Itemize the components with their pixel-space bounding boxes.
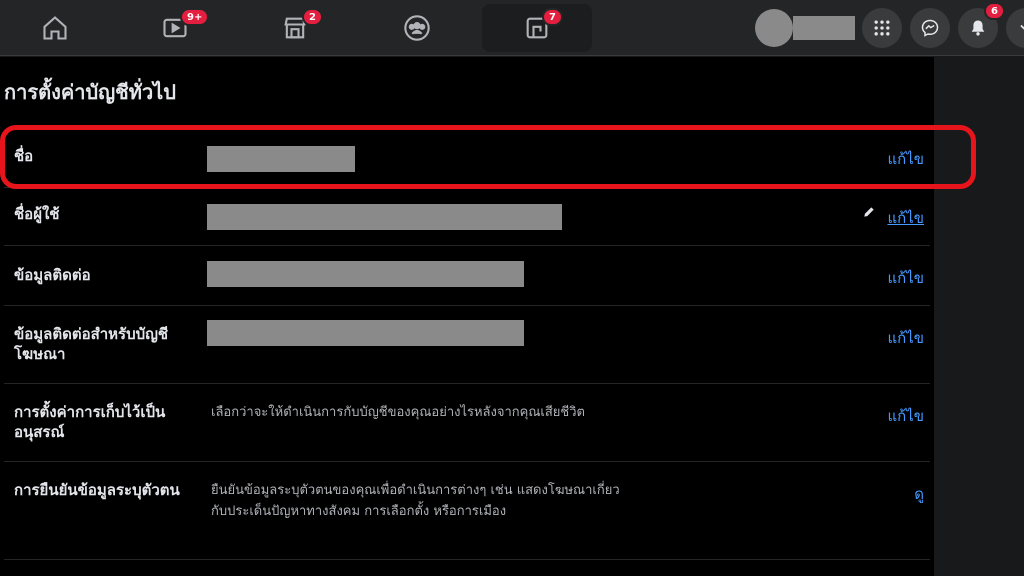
edit-contact-link[interactable]: แก้ไข: [887, 266, 924, 290]
menu-button[interactable]: [862, 8, 902, 48]
home-icon: [43, 16, 67, 40]
nav-groups[interactable]: [362, 4, 472, 52]
profile-name-redacted[interactable]: [793, 16, 855, 40]
messenger-button[interactable]: [910, 8, 950, 48]
edit-memorialization-link[interactable]: แก้ไข: [887, 404, 924, 428]
notifications-button[interactable]: 6: [958, 2, 1005, 48]
marketplace-badge: 2: [302, 8, 323, 26]
chevron-down-icon: [1020, 24, 1024, 30]
top-navigation-bar: 9+ 2 7 6: [0, 0, 1024, 56]
groups-icon: [404, 15, 430, 41]
nav-home[interactable]: [0, 4, 110, 52]
row-description: ยืนยันข้อมูลระบุตัวตนของคุณเพื่อดำเนินกา…: [211, 483, 620, 519]
settings-row-username[interactable]: ชื่อผู้ใช้ แก้ไข: [4, 188, 930, 246]
row-label: การตั้งค่าการเก็บไว้เป็นอนุสรณ์: [14, 403, 166, 441]
nav-marketplace[interactable]: 2: [240, 4, 350, 52]
settings-row-identity[interactable]: การยืนยันข้อมูลระบุตัวตน ยืนยันข้อมูลระบ…: [4, 462, 930, 560]
account-menu-button[interactable]: [1006, 8, 1024, 48]
pencil-icon: [864, 207, 874, 217]
notifications-badge: 6: [984, 2, 1005, 20]
row-label: ชื่อผู้ใช้: [14, 205, 60, 223]
page-title: การตั้งค่าบัญชีทั่วไป: [4, 80, 176, 104]
edit-ad-contact-link[interactable]: แก้ไข: [887, 326, 924, 350]
nav-gaming[interactable]: 7: [482, 4, 592, 52]
edit-username-link[interactable]: แก้ไข: [887, 206, 924, 230]
settings-row-contact[interactable]: ข้อมูลติดต่อ แก้ไข: [4, 246, 930, 306]
grid-menu-icon: [874, 20, 890, 36]
ad-contact-value-redacted: [207, 320, 524, 346]
row-label: ข้อมูลติดต่อ: [14, 266, 91, 284]
gaming-badge: 7: [542, 8, 563, 26]
nav-watch[interactable]: 9+: [120, 4, 230, 52]
watch-badge: 9+: [180, 8, 210, 26]
view-identity-link[interactable]: ดู: [914, 482, 924, 506]
settings-row-ad-contact[interactable]: ข้อมูลติดต่อสำหรับบัญชีโฆษณา แก้ไข: [4, 306, 930, 384]
highlight-annotation: [0, 125, 976, 189]
settings-row-memorialization[interactable]: การตั้งค่าการเก็บไว้เป็นอนุสรณ์ เลือกว่า…: [4, 384, 930, 462]
contact-value-redacted: [207, 261, 524, 287]
row-label: ข้อมูลติดต่อสำหรับบัญชีโฆษณา: [14, 325, 169, 363]
row-description: เลือกว่าจะให้ดำเนินการกับบัญชีของคุณอย่า…: [211, 405, 585, 420]
bell-icon: [971, 20, 985, 36]
row-label: การยืนยันข้อมูลระบุตัวตน: [14, 481, 180, 499]
username-value-redacted: [207, 204, 562, 230]
messenger-icon: [921, 19, 939, 37]
avatar[interactable]: [755, 9, 793, 47]
